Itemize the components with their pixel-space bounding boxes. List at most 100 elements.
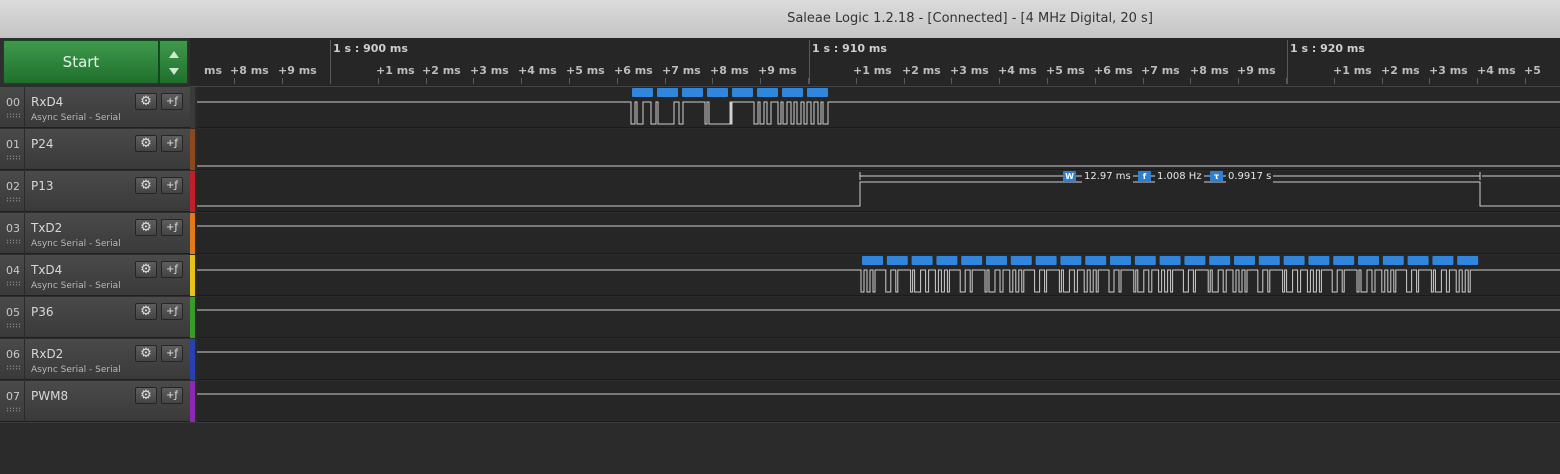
ruler-minor-tick [569,78,570,84]
ruler-minor-tick [1477,78,1478,84]
decoded-frame[interactable] [911,256,933,265]
channel-name[interactable]: P36 [31,305,54,319]
channel-name[interactable]: PWM8 [31,389,68,403]
channel-label[interactable]: 03 TxD2 Async Serial - Serial ⚙ +ƒ [0,213,190,254]
decoded-frame[interactable] [1432,256,1454,265]
decoded-frame[interactable] [886,256,908,265]
pulse-frequency: 1.008 Hz [1155,171,1204,183]
channel-name[interactable]: P24 [31,137,54,151]
trigger-icon[interactable]: +ƒ [161,177,183,194]
channel-name[interactable]: TxD2 [31,221,62,235]
channel-label[interactable]: 05 P36 ⚙ +ƒ [0,297,190,338]
decoded-frame[interactable] [1010,256,1032,265]
decoded-frame[interactable] [1457,256,1479,265]
drag-handle-icon[interactable] [6,365,20,370]
ruler-major-label: 1 s : 910 ms [812,42,887,55]
decoded-frame[interactable] [732,88,753,97]
decoded-frame[interactable] [757,88,778,97]
decoded-frame[interactable] [782,88,803,97]
window-title: Saleae Logic 1.2.18 - [Connected] - [4 M… [787,11,1153,26]
ruler-minor-tick [378,78,379,84]
channel-color-swatch [190,255,195,296]
channel-number: 06 [6,348,20,361]
gear-icon[interactable]: ⚙ [135,387,157,404]
gear-icon[interactable]: ⚙ [135,135,157,152]
ruler-minor-label: +3 ms [470,64,509,77]
frequency-icon: f [1138,171,1151,182]
decoded-frame[interactable] [862,256,883,265]
drag-handle-icon[interactable] [6,113,20,118]
channel-name[interactable]: RxD4 [31,95,63,109]
ruler-minor-tick [426,78,427,84]
decoded-frame[interactable] [657,88,678,97]
decoded-frame[interactable] [986,256,1007,265]
decoded-frame[interactable] [682,88,703,97]
decoded-frame[interactable] [1085,256,1107,265]
gear-icon[interactable]: ⚙ [135,261,157,278]
trigger-icon[interactable]: +ƒ [161,93,183,110]
trigger-icon[interactable]: +ƒ [161,219,183,236]
drag-handle-icon[interactable] [6,197,20,202]
ruler-minor-tick [1190,78,1191,84]
gear-icon[interactable]: ⚙ [135,177,157,194]
decoded-frame[interactable] [1258,256,1280,265]
divider [24,297,25,338]
decoded-frame[interactable] [1134,256,1156,265]
decoded-frame[interactable] [1407,256,1429,265]
decoded-frame[interactable] [1184,256,1206,265]
time-ruler[interactable]: 1 s : 900 ms 1 s : 910 ms 1 s : 920 ms m… [190,38,1560,87]
gear-icon[interactable]: ⚙ [135,303,157,320]
analyzer-name: Async Serial - Serial [31,239,121,249]
channel-name[interactable]: RxD2 [31,347,63,361]
decoded-frame[interactable] [707,88,728,97]
trigger-icon[interactable]: +ƒ [161,387,183,404]
trigger-icon[interactable]: +ƒ [161,345,183,362]
channel-name[interactable]: P13 [31,179,54,193]
gear-icon[interactable]: ⚙ [135,345,157,362]
decoded-frame[interactable] [936,256,958,265]
channel-label[interactable]: 04 TxD4 Async Serial - Serial ⚙ +ƒ [0,255,190,296]
decoded-frame[interactable] [1110,256,1131,265]
decoded-frame[interactable] [807,88,828,97]
decoded-frame[interactable] [1333,256,1355,265]
decoded-frame[interactable] [961,256,983,265]
trigger-icon[interactable]: +ƒ [161,303,183,320]
decoded-frame[interactable] [1234,256,1255,265]
start-button[interactable]: Start [3,40,159,84]
pulse-width: 12.97 ms [1082,171,1133,183]
channel-label[interactable]: 07 PWM8 ⚙ +ƒ [0,381,190,422]
channel-name[interactable]: TxD4 [31,263,62,277]
channel-label[interactable]: 01 P24 ⚙ +ƒ [0,129,190,170]
ruler-minor-tick [617,78,618,84]
trigger-icon[interactable]: +ƒ [161,261,183,278]
start-options-button[interactable] [159,40,188,84]
ruler-minor-label: +4 ms [998,64,1037,77]
drag-handle-icon[interactable] [6,239,20,244]
trigger-icon[interactable]: +ƒ [161,135,183,152]
divider [24,129,25,170]
decoded-frame[interactable] [1159,256,1181,265]
decoded-frame[interactable] [1209,256,1231,265]
channel-label[interactable]: 06 RxD2 Async Serial - Serial ⚙ +ƒ [0,339,190,380]
channel-label[interactable]: 02 P13 ⚙ +ƒ [0,171,190,212]
drag-handle-icon[interactable] [6,407,20,412]
waveform-area[interactable] [197,86,1560,422]
decoded-frame[interactable] [1035,256,1057,265]
gear-icon[interactable]: ⚙ [135,93,157,110]
drag-handle-icon[interactable] [6,281,20,286]
ruler-major-label: 1 s : 920 ms [1290,42,1365,55]
decoded-frame[interactable] [1060,256,1082,265]
decoded-frame[interactable] [1358,256,1379,265]
decoded-frame[interactable] [1382,256,1404,265]
gear-icon[interactable]: ⚙ [135,219,157,236]
drag-handle-icon[interactable] [6,323,20,328]
decoded-frame[interactable] [632,88,653,97]
ruler-minor-label: +3 ms [1429,64,1468,77]
divider [24,213,25,254]
drag-handle-icon[interactable] [6,155,20,160]
decoded-frame[interactable] [1308,256,1330,265]
channel-number: 00 [6,96,20,109]
ruler-minor-label: +1 ms [853,64,892,77]
channel-label[interactable]: 00 RxD4 Async Serial - Serial ⚙ +ƒ [0,87,190,128]
decoded-frame[interactable] [1283,256,1305,265]
